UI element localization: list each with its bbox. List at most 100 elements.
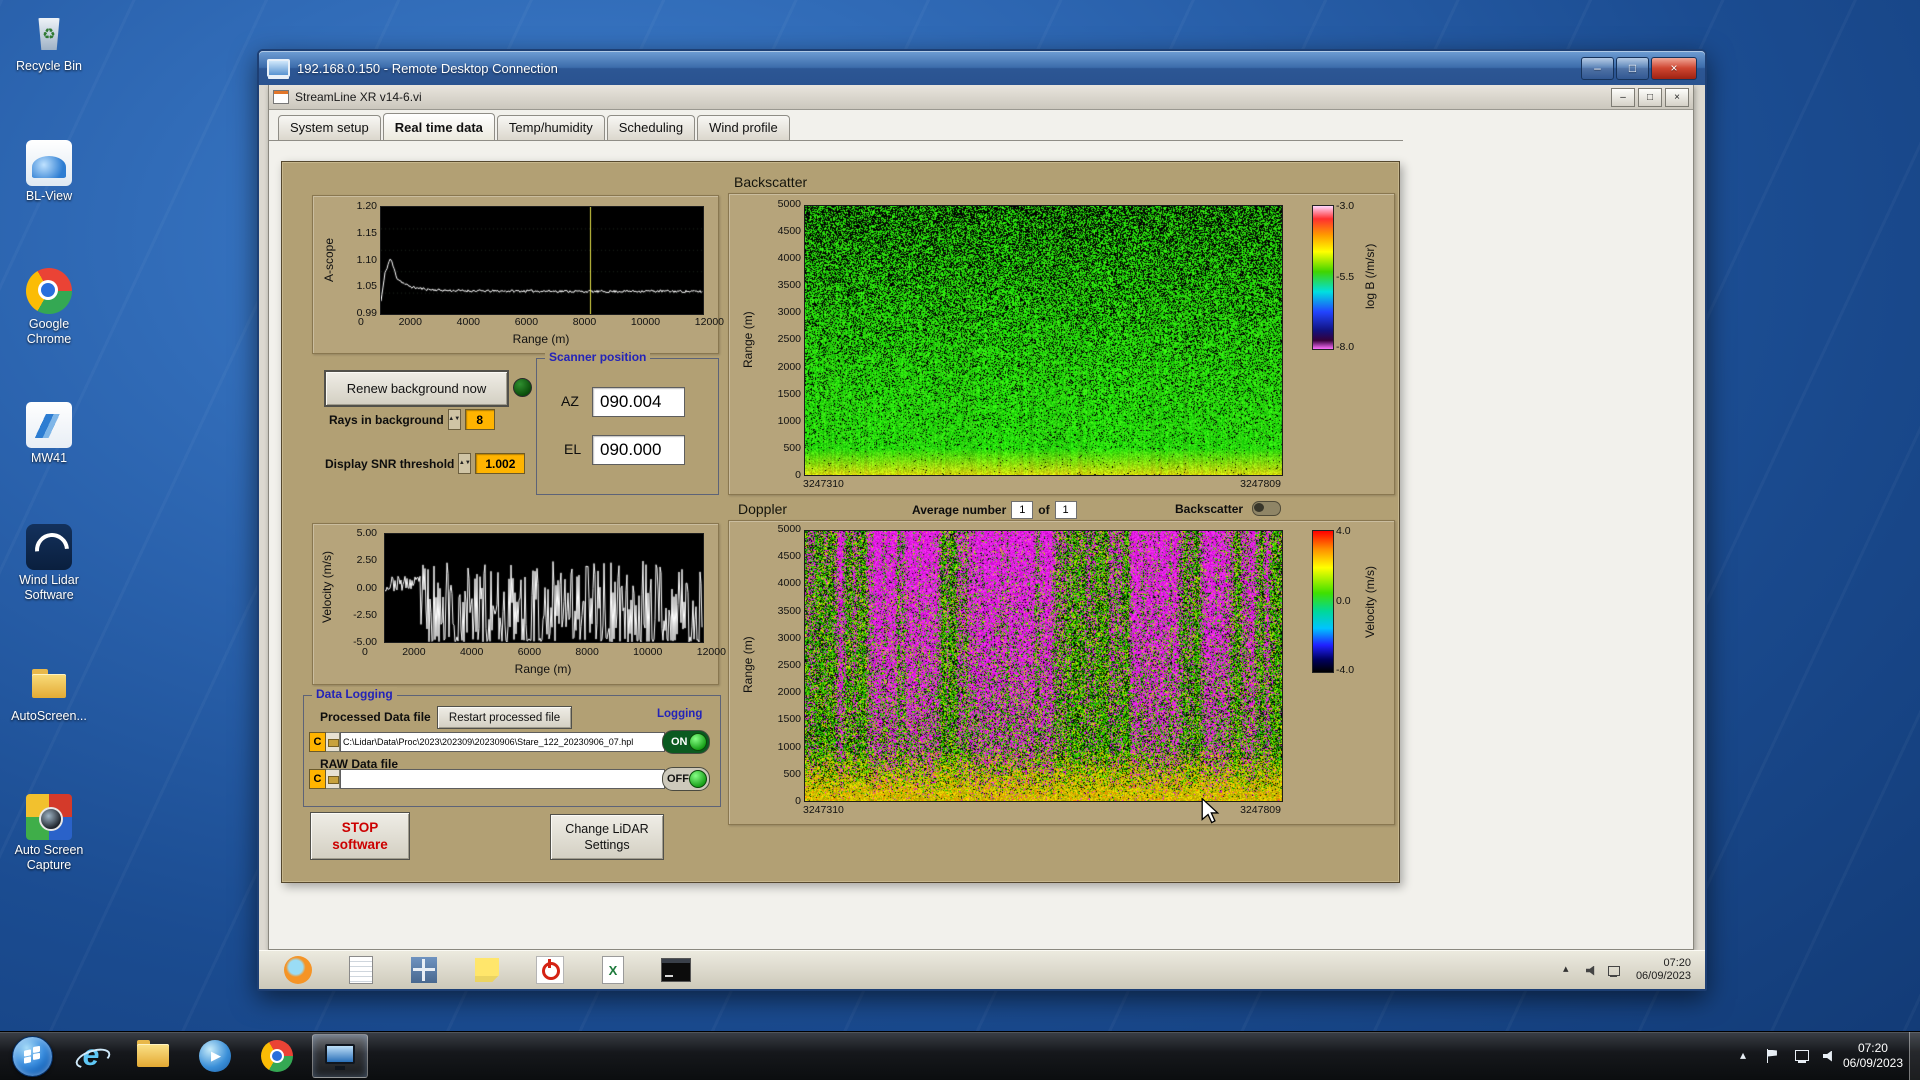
show-desktop-button[interactable] (1909, 1032, 1920, 1080)
network-icon[interactable] (1607, 964, 1620, 977)
colorbar-tick-label: -4.0 (1336, 664, 1354, 676)
notepad-icon (349, 956, 373, 984)
renew-background-button[interactable]: Renew background now (324, 370, 509, 407)
desktop-icon-label: Auto ScreenCapture (6, 843, 92, 873)
app-window-icon (273, 90, 289, 104)
tab-temp-humidity[interactable]: Temp/humidity (497, 115, 605, 140)
volume-icon[interactable] (1822, 1049, 1837, 1064)
taskbar-file-explorer-button[interactable] (126, 1035, 180, 1077)
rdp-maximize-button[interactable]: □ (1616, 57, 1649, 80)
ytick-label: 3000 (778, 306, 801, 318)
remote-taskbar-spreadsheet-button[interactable] (596, 954, 630, 986)
remote-taskbar-firefox-button[interactable] (281, 954, 315, 986)
taskbar-remote-desktop-button[interactable] (312, 1034, 368, 1078)
taskbar-chrome-button[interactable] (250, 1035, 304, 1077)
rays-spinner[interactable]: ▲▼ (448, 409, 461, 430)
processed-logging-toggle[interactable]: ON (662, 730, 710, 754)
remote-taskbar-sticky-notes-button[interactable] (470, 954, 504, 986)
raw-logging-toggle[interactable]: OFF (662, 767, 710, 791)
remote-taskbar-console-button[interactable] (659, 954, 693, 986)
taskbar-media-player-button[interactable] (188, 1035, 242, 1077)
taskbar-clock-time: 07:20 (1843, 1041, 1903, 1056)
file-explorer-icon (137, 1044, 169, 1068)
desktop-icon-recycle-bin[interactable]: Recycle Bin (6, 10, 92, 74)
app-titlebar[interactable]: StreamLine XR v14-6.vi –□× (269, 85, 1693, 110)
internet-explorer-icon (74, 1039, 108, 1073)
raw-path-field[interactable] (340, 769, 665, 789)
tab-wind-profile[interactable]: Wind profile (697, 115, 790, 140)
average-total-value[interactable]: 1 (1055, 501, 1077, 519)
desktop-icon-autoscreen-folder[interactable]: AutoScreen... (6, 660, 92, 724)
ytick-label: -2.50 (353, 609, 377, 621)
el-label: EL (564, 441, 581, 457)
taskbar-start-button[interactable] (8, 1035, 56, 1077)
scanner-position-title: Scanner position (545, 350, 650, 364)
xtick-label: 2000 (402, 646, 425, 658)
desktop-icon-google-chrome[interactable]: GoogleChrome (6, 268, 92, 347)
average-of-label: of (1038, 503, 1049, 517)
rays-in-background-value[interactable]: 8 (465, 409, 495, 430)
processed-drive-box[interactable]: C (309, 732, 326, 752)
raw-drive-box[interactable]: C (309, 769, 326, 789)
app-minimize-button[interactable]: – (1611, 88, 1635, 107)
processed-data-file-label: Processed Data file (320, 710, 431, 724)
average-number-control: Average number 1 of 1 (912, 501, 1077, 519)
raw-browse-icon[interactable] (326, 769, 340, 789)
a-scope-plot-group: A-scope 1.201.151.101.050.99 02000400060… (312, 195, 719, 354)
desktop-icon-wind-lidar-software[interactable]: Wind LidarSoftware (6, 524, 92, 603)
remote-taskbar-notepad-button[interactable] (344, 954, 378, 986)
taskbar: 07:20 06/09/2023 (0, 1031, 1920, 1080)
remote-clock[interactable]: 07:20 06/09/2023 (1636, 957, 1691, 983)
network-icon[interactable] (1794, 1049, 1809, 1064)
xtick-label: 0 (358, 316, 364, 328)
taskbar-icons (0, 1034, 368, 1078)
processed-browse-icon[interactable] (326, 732, 340, 752)
xtick-label: 0 (362, 646, 368, 658)
velocity-canvas (384, 533, 704, 643)
ytick-label: 1500 (778, 713, 801, 725)
app-restore-button[interactable]: □ (1638, 88, 1662, 107)
ytick-label: 2000 (778, 361, 801, 373)
power-tool-icon (536, 956, 564, 984)
az-value-field[interactable]: 090.004 (592, 387, 685, 417)
volume-icon[interactable] (1585, 964, 1598, 977)
hidden-icons-icon[interactable] (1738, 1049, 1753, 1064)
app-close-button[interactable]: × (1665, 88, 1689, 107)
console-icon (661, 958, 691, 982)
processed-path-field[interactable]: C:\Lidar\Data\Proc\2023\202309\20230906\… (340, 732, 665, 752)
taskbar-clock[interactable]: 07:20 06/09/2023 (1843, 1041, 1903, 1071)
desktop-icon-label: MW41 (6, 451, 92, 466)
desktop-icon-auto-screen-capture[interactable]: Auto ScreenCapture (6, 794, 92, 873)
backscatter-section-title: Backscatter (734, 174, 807, 190)
desktop-icon-mw41[interactable]: MW41 (6, 402, 92, 466)
processed-path-control: C C:\Lidar\Data\Proc\2023\202309\2023090… (309, 732, 665, 752)
restart-processed-file-button[interactable]: Restart processed file (437, 706, 572, 729)
snr-spinner[interactable]: ▲▼ (458, 453, 471, 474)
spreadsheet-icon (602, 956, 624, 984)
xtick-label: 8000 (575, 646, 598, 658)
xtick-label: 4000 (460, 646, 483, 658)
snr-threshold-value[interactable]: 1.002 (475, 453, 525, 474)
action-center-icon[interactable] (1766, 1049, 1781, 1064)
desktop-icon-list: Recycle Bin BL-View GoogleChrome MW41 Wind L… (6, 0, 92, 1080)
average-number-value[interactable]: 1 (1011, 501, 1033, 519)
remote-taskbar-power-tool-button[interactable] (533, 954, 567, 986)
ytick-label: 4000 (778, 577, 801, 589)
change-lidar-settings-button[interactable]: Change LiDAR Settings (550, 814, 664, 860)
tab-scheduling[interactable]: Scheduling (607, 115, 695, 140)
rdp-minimize-button[interactable]: – (1581, 57, 1614, 80)
stop-software-button[interactable]: STOP software (310, 812, 410, 860)
rdp-close-button[interactable]: × (1651, 57, 1697, 80)
hidden-icons-icon[interactable] (1563, 964, 1576, 977)
taskbar-internet-explorer-button[interactable] (64, 1035, 118, 1077)
tab-real-time-data[interactable]: Real time data (383, 113, 495, 140)
rdp-titlebar[interactable]: 192.168.0.150 - Remote Desktop Connectio… (259, 51, 1705, 85)
el-value-field[interactable]: 090.000 (592, 435, 685, 465)
tab-system-setup[interactable]: System setup (278, 115, 381, 140)
rdp-window-title: 192.168.0.150 - Remote Desktop Connectio… (297, 61, 1572, 76)
backscatter-display-toggle[interactable] (1252, 501, 1281, 516)
snr-threshold-label: Display SNR threshold (325, 457, 454, 471)
remote-taskbar-app-grid-button[interactable] (407, 954, 441, 986)
desktop-icon-bl-view[interactable]: BL-View (6, 140, 92, 204)
ytick-label: 4500 (778, 550, 801, 562)
